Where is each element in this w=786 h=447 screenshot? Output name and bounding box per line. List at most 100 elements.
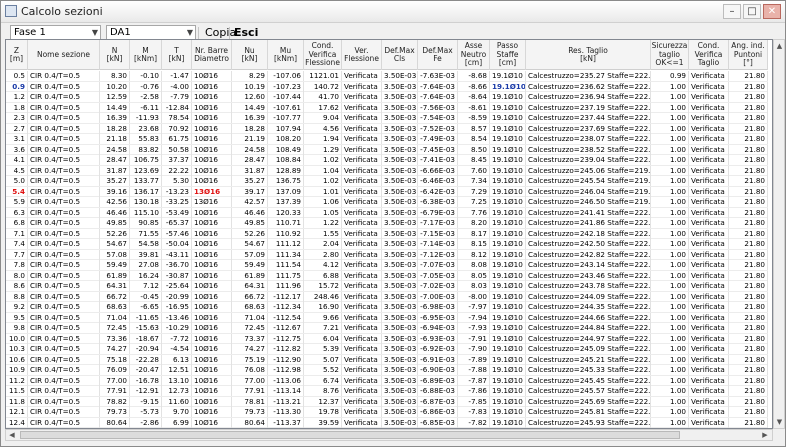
column-header-sic[interactable]: Sicurezza taglio OK<=1 [651,40,689,70]
column-header-mu[interactable]: Mu [kNm] [268,40,304,70]
table-row[interactable]: 1.8 CIR 0.4/T=0.5 14.49 -6.11 -12.84 10Ø16 14.… [6,102,768,113]
column-header-passo[interactable]: Passo Staffe [cm] [490,40,526,70]
results-grid[interactable]: Z [m] Nome sezione N [kN] M [kNm] T [kN] Nr. … [5,39,773,429]
table-row[interactable]: 5.9 CIR 0.4/T=0.5 42.56 130.18 -33.25 13Ø16 42… [6,197,768,208]
table-row[interactable]: 8.6 CIR 0.4/T=0.5 64.31 7.12 -25.64 10Ø16 64.3… [6,281,768,292]
table-cell-cs: 12.37 [304,396,342,407]
column-header-defcls[interactable]: Def.Max Cls [382,40,418,70]
minimize-icon[interactable]: – [723,4,741,19]
table-row[interactable]: 7.8 CIR 0.4/T=0.5 59.49 27.08 -36.70 10Ø16 59.… [6,260,768,271]
close-icon[interactable]: ✕ [763,4,781,19]
table-row[interactable]: 9.2 CIR 0.4/T=0.5 68.63 -6.65 -16.95 10Ø16 68.… [6,302,768,313]
table-cell-m: -2.58 [130,92,162,102]
table-cell-z: 4.5 [6,165,28,176]
table-cell-asse: -7.90 [458,344,490,354]
table-cell-ang: 21.80 [729,333,768,344]
column-header-z[interactable]: Z [m] [6,40,28,70]
table-row[interactable]: 2.3 CIR 0.4/T=0.5 16.39 -11.93 78.54 10Ø16 16.… [6,113,768,124]
table-cell-cs: 6.74 [304,375,342,386]
table-cell-deffe: -7.15E-03 [418,228,458,239]
table-cell-nu: 24.58 [232,144,268,155]
table-row[interactable]: 10.3 CIR 0.4/T=0.5 74.27 -20.94 -4.54 10Ø16 74… [6,344,768,355]
table-row[interactable]: 3.6 CIR 0.4/T=0.5 24.58 83.82 50.58 10Ø16 24.5… [6,144,768,155]
table-cell-sic: 1.00 [651,260,689,270]
table-cell-passo: 19.1Ø10 [490,354,526,365]
scroll-down-icon[interactable]: ▼ [775,417,784,427]
table-cell-z: 0.5 [6,71,28,81]
column-header-m[interactable]: M [kNm] [130,40,162,70]
table-row[interactable]: 10.6 CIR 0.4/T=0.5 75.18 -22.28 6.13 10Ø16 75.… [6,354,768,365]
column-header-res[interactable]: Res. Taglio [kN] [526,40,651,70]
table-cell-passo: 19.1Ø10 [490,113,526,123]
table-cell-bars: 10Ø16 [192,123,232,134]
table-row[interactable]: 11.8 CIR 0.4/T=0.5 78.82 -9.15 11.60 10Ø16 78.… [6,396,768,407]
column-header-bars[interactable]: Nr. Barre Diametro [192,40,232,70]
column-header-nu[interactable]: Nu [kN] [232,40,268,70]
table-cell-nu: 59.49 [232,260,268,270]
table-row[interactable]: 8.0 CIR 0.4/T=0.5 61.89 16.24 -30.87 10Ø16 61.… [6,270,768,281]
table-row[interactable]: 4.1 CIR 0.4/T=0.5 28.47 106.75 37.37 10Ø16 28.… [6,155,768,166]
exit-button[interactable]: Esci [234,26,258,39]
table-cell-res: Calcestruzzo=245.09 Staffe=222.73 [528,344,651,354]
table-cell-deffe: -6.98E-03 [418,302,458,312]
table-cell-z: 1.2 [6,92,28,102]
column-header-name[interactable]: Nome sezione [28,40,100,70]
table-cell-res: Calcestruzzo=245.06 Staffe=219.25 [528,165,651,176]
maximize-icon[interactable]: □ [743,4,761,19]
table-cell-z: 7.7 [6,249,28,260]
table-row[interactable]: 0.5 CIR 0.4/T=0.5 8.30 -0.10 -1.47 10Ø16 8.29-… [6,71,768,82]
table-cell-deffe: -6.90E-03 [418,365,458,375]
table-row[interactable]: 6.8 CIR 0.4/T=0.5 49.85 90.85 -65.37 10Ø16 49.… [6,218,768,229]
table-row[interactable]: 4.5 CIR 0.4/T=0.5 31.87 123.69 22.22 10Ø16 31.… [6,165,768,176]
table-row[interactable]: 5.0 CIR 0.4/T=0.5 35.27 133.77 5.30 10Ø16 35.2… [6,176,768,187]
column-header-t[interactable]: T [kN] [162,40,192,70]
table-row[interactable]: 9.8 CIR 0.4/T=0.5 72.45 -15.63 -10.29 10Ø16 72… [6,323,768,334]
table-row[interactable]: 5.4 CIR 0.4/T=0.5 39.16 136.17 -13.23 13Ø16 39… [6,186,768,197]
column-header-ang[interactable]: Ang. ind. Puntoni [°] [729,40,768,70]
table-row[interactable]: 8.8 CIR 0.4/T=0.5 66.72 -0.45 -20.99 10Ø16 66.… [6,291,768,302]
column-header-deffe[interactable]: Def.Max Fe [418,40,458,70]
table-cell-condt: Verificata [689,218,729,228]
table-cell-t: 11.60 [162,396,192,407]
column-header-cs[interactable]: Cond. Verifica Flessione [304,40,342,70]
table-row[interactable]: 12.1 CIR 0.4/T=0.5 79.73 -5.73 9.70 10Ø16 79.7… [6,407,768,418]
table-row[interactable]: 11.5 CIR 0.4/T=0.5 77.91 -12.91 12.73 10Ø16 77… [6,386,768,397]
table-row[interactable]: 1.2 CIR 0.4/T=0.5 12.59 -2.58 -7.79 10Ø16 12.6… [6,92,768,103]
table-row[interactable]: 12.4 CIR 0.4/T=0.5 80.64 -2.86 6.99 10Ø16 80.6… [6,417,768,428]
table-cell-mu: 110.71 [268,218,304,228]
table-cell-n: 72.45 [100,323,130,333]
scroll-up-icon[interactable]: ▲ [775,41,784,51]
column-header-asse[interactable]: Asse Neutro [cm] [458,40,490,70]
table-row[interactable]: 0.9 CIR 0.4/T=0.5 10.20 -0.76 -4.00 10Ø16 10.1… [6,81,768,92]
table-row[interactable]: 7.1 CIR 0.4/T=0.5 52.26 71.55 -57.46 10Ø16 52.… [6,228,768,239]
table-row[interactable]: 2.7 CIR 0.4/T=0.5 18.28 23.68 70.92 10Ø16 18.2… [6,123,768,134]
vertical-scrollbar[interactable]: ▲ ▼ [773,39,785,429]
table-row[interactable]: 3.1 CIR 0.4/T=0.5 21.18 55.83 61.75 10Ø16 21.1… [6,134,768,145]
column-header-n[interactable]: N [kN] [100,40,130,70]
scroll-left-icon[interactable]: ◀ [7,431,17,440]
table-cell-res: Calcestruzzo=245.33 Staffe=222.73 [528,365,651,375]
table-row[interactable]: 6.3 CIR 0.4/T=0.5 46.46 115.10 -53.49 10Ø16 46… [6,207,768,218]
horizontal-scrollbar[interactable]: ◀ ▶ [5,429,773,441]
column-header-ver[interactable]: Ver. Flessione [342,40,382,70]
table-row[interactable]: 7.7 CIR 0.4/T=0.5 57.08 39.81 -43.11 10Ø16 57.… [6,249,768,260]
table-row[interactable]: 9.5 CIR 0.4/T=0.5 71.04 -11.65 -13.46 10Ø16 71… [6,312,768,323]
table-cell-deffe: -7.02E-03 [418,281,458,291]
table-row[interactable]: 7.4 CIR 0.4/T=0.5 54.67 54.58 -50.04 10Ø16 54.… [6,239,768,250]
table-cell-z: 9.5 [6,312,28,323]
table-cell-sic: 1.00 [651,417,689,428]
horizontal-scroll-thumb[interactable] [20,431,680,439]
table-cell-asse: 8.54 [458,134,490,144]
table-row[interactable]: 10.9 CIR 0.4/T=0.5 76.09 -20.47 12.51 10Ø16 76… [6,365,768,376]
column-header-condt[interactable]: Cond. Verifica Taglio [689,40,729,70]
table-cell-m: -5.73 [130,407,162,417]
table-cell-deffe: -6.86E-03 [418,407,458,417]
table-cell-sic: 1.00 [651,207,689,218]
table-cell-mu: 120.33 [268,207,304,218]
table-cell-ver: Verificata [342,417,382,428]
table-cell-sic: 1.00 [651,134,689,144]
table-row[interactable]: 10.0 CIR 0.4/T=0.5 73.36 -18.67 -7.72 10Ø16 73… [6,333,768,344]
scroll-right-icon[interactable]: ▶ [760,431,770,440]
copy-button[interactable]: Copia [205,26,236,39]
table-row[interactable]: 11.2 CIR 0.4/T=0.5 77.00 -16.78 13.10 10Ø16 77… [6,375,768,386]
